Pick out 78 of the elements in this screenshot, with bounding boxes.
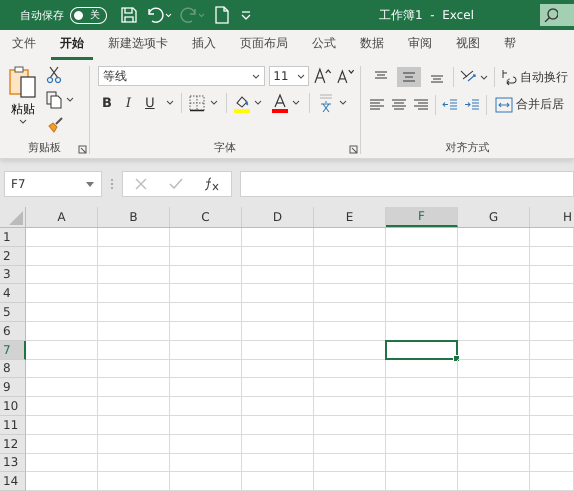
- ribbon-tab[interactable]: 插入: [183, 30, 225, 60]
- align-lines-icon: [400, 70, 417, 84]
- row-header[interactable]: 10: [0, 397, 26, 416]
- underline-button[interactable]: U: [141, 94, 159, 112]
- group-label: 对齐方式: [445, 140, 490, 154]
- dialog-launcher-icon[interactable]: [78, 145, 88, 154]
- bold-button[interactable]: B: [98, 94, 116, 112]
- caret-icon: [252, 74, 260, 78]
- autosave-label: 自动保存: [20, 8, 64, 22]
- paste-button[interactable]: 粘贴: [4, 66, 42, 136]
- row-header[interactable]: 6: [0, 322, 26, 341]
- ribbon-tab[interactable]: 新建选项卡: [99, 30, 177, 60]
- ribbon-tab[interactable]: 数据: [351, 30, 393, 60]
- column-header[interactable]: C: [170, 207, 242, 227]
- wrap-text-icon: [500, 68, 517, 86]
- row-header[interactable]: 7: [0, 340, 26, 360]
- row-header[interactable]: 2: [0, 246, 26, 266]
- grow-font-icon[interactable]: [312, 66, 332, 86]
- row-header[interactable]: 11: [0, 416, 26, 435]
- column-header[interactable]: B: [98, 207, 170, 227]
- merge-cells-icon: [494, 96, 513, 112]
- redo-icon[interactable]: [179, 5, 207, 25]
- row-header[interactable]: 5: [0, 303, 26, 322]
- paintbrush-icon[interactable]: [46, 116, 64, 134]
- select-all-icon[interactable]: [9, 211, 23, 225]
- column-header[interactable]: H: [530, 207, 574, 227]
- row-header[interactable]: 3: [0, 266, 26, 284]
- insert-function-icon[interactable]: [204, 177, 220, 191]
- italic-button[interactable]: I: [122, 94, 136, 112]
- caret-icon: [296, 74, 305, 78]
- font-name-field[interactable]: 等线: [98, 66, 266, 86]
- caret-icon[interactable]: [164, 100, 175, 106]
- ribbon-tab[interactable]: 公式: [303, 30, 345, 60]
- ribbon-tab[interactable]: 文件: [3, 30, 45, 60]
- caret-icon: [86, 182, 94, 186]
- row-header[interactable]: 8: [0, 360, 26, 378]
- column-header[interactable]: G: [458, 207, 530, 227]
- new-document-icon[interactable]: [213, 5, 231, 25]
- dialog-launcher-icon[interactable]: [349, 145, 358, 154]
- clipboard-icon: [8, 66, 38, 100]
- align-left-icon[interactable]: [368, 98, 385, 112]
- merge-center-button[interactable]: 合并后居: [492, 94, 566, 115]
- vertical-align-button[interactable]: [396, 67, 421, 87]
- ribbon-tab[interactable]: 帮: [495, 30, 525, 60]
- decrease-indent-icon[interactable]: [442, 98, 458, 112]
- window-title: 工作簿1 - Excel: [378, 6, 474, 24]
- row-header[interactable]: 12: [0, 434, 26, 454]
- column-header[interactable]: D: [242, 207, 314, 227]
- borders-icon[interactable]: [188, 94, 220, 112]
- font-size-field[interactable]: 11: [269, 66, 309, 86]
- row-header[interactable]: 14: [0, 472, 26, 491]
- group-label: 剪贴板: [28, 140, 61, 154]
- enter-icon[interactable]: [168, 177, 183, 191]
- caret-icon: [19, 119, 27, 124]
- align-center-icon[interactable]: [390, 98, 407, 112]
- save-icon[interactable]: [119, 5, 139, 25]
- ribbon-tab[interactable]: 页面布局: [231, 30, 297, 60]
- row-header[interactable]: 13: [0, 454, 26, 472]
- cancel-icon[interactable]: [134, 177, 148, 191]
- ribbon-tab[interactable]: 审阅: [399, 30, 441, 60]
- row-header[interactable]: 9: [0, 378, 26, 398]
- formula-field[interactable]: [240, 171, 574, 197]
- align-right-icon[interactable]: [412, 98, 429, 112]
- group-label: 字体: [214, 140, 236, 154]
- name-box[interactable]: F7: [4, 171, 102, 197]
- wrap-text-button[interactable]: 自动换行: [498, 66, 570, 88]
- autosave-toggle[interactable]: 关: [70, 6, 107, 24]
- row-header[interactable]: 4: [0, 284, 26, 304]
- increase-indent-icon[interactable]: [464, 98, 480, 112]
- grip-icon: [110, 177, 114, 191]
- ribbon-tab[interactable]: 视图: [447, 30, 489, 60]
- copy-icon[interactable]: [46, 91, 74, 109]
- row-header[interactable]: 1: [0, 228, 26, 247]
- column-header[interactable]: A: [26, 207, 98, 227]
- search-field[interactable]: [540, 4, 574, 26]
- column-header[interactable]: F: [386, 207, 458, 227]
- scissors-icon[interactable]: [46, 66, 62, 84]
- search-icon: [544, 8, 558, 22]
